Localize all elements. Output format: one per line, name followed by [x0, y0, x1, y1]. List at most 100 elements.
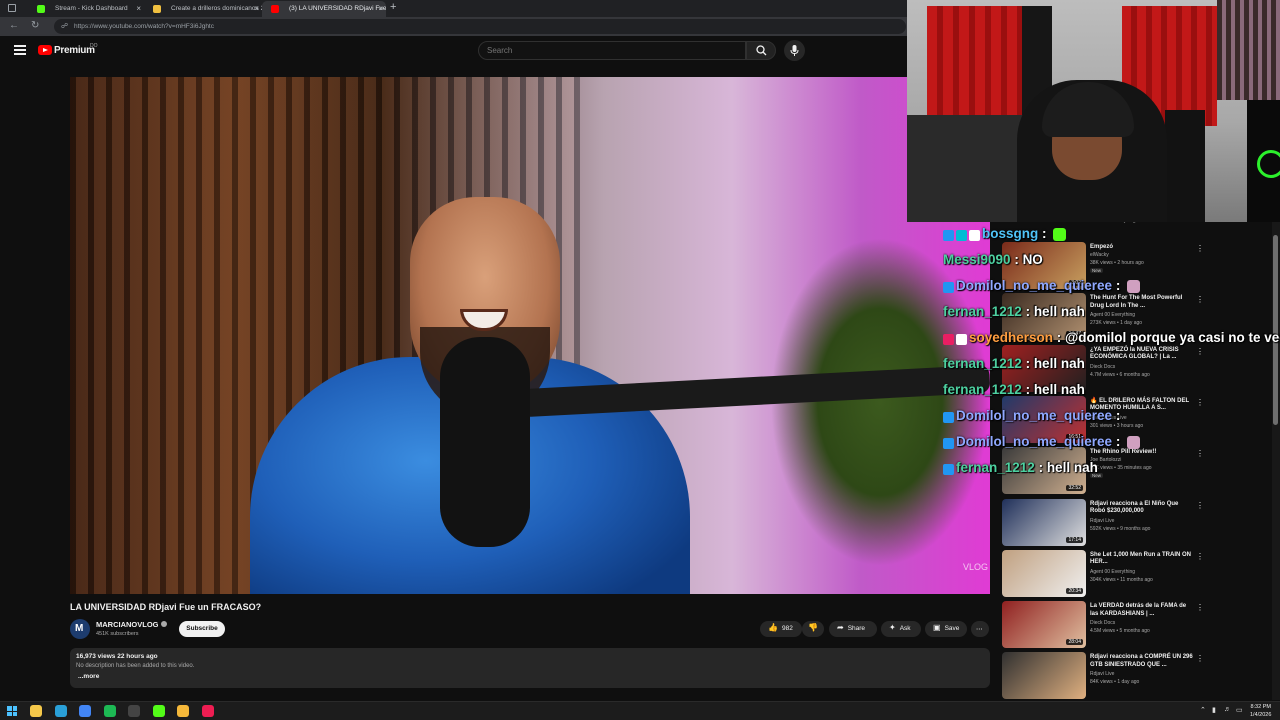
- start-button[interactable]: [7, 706, 17, 716]
- tiktok-icon[interactable]: [201, 705, 214, 717]
- volume-icon[interactable]: ♬: [1224, 706, 1231, 713]
- chat-overlay: bossgng : Messi9090 : NO Domilol_no_me_qu…: [943, 226, 1280, 486]
- search-input[interactable]: [478, 41, 746, 60]
- chat-username: fernan_1212: [943, 304, 1022, 319]
- app-icon[interactable]: [177, 705, 189, 717]
- chat-badge-icon: [943, 229, 954, 241]
- region-code: DO: [90, 43, 98, 49]
- show-more-link[interactable]: ...more: [78, 673, 99, 680]
- close-tab-icon[interactable]: ×: [136, 4, 141, 13]
- chat-separator: :: [1010, 252, 1023, 267]
- obs-icon[interactable]: [128, 705, 140, 717]
- search-button[interactable]: [746, 41, 776, 60]
- window-menu-icon[interactable]: [8, 4, 16, 12]
- chrome-icon[interactable]: [79, 705, 91, 717]
- subscribe-button[interactable]: Subscribe: [179, 621, 225, 637]
- file-explorer-icon[interactable]: [30, 705, 42, 717]
- browser-tab[interactable]: Stream - Kick Dashboard ×: [28, 1, 144, 17]
- verified-icon: [160, 621, 167, 627]
- gaming-chair: [1165, 110, 1205, 222]
- kick-icon[interactable]: [152, 705, 165, 717]
- video-thumbnail[interactable]: 28:04: [1002, 601, 1086, 649]
- network-icon[interactable]: ▮: [1212, 706, 1216, 714]
- omnibox[interactable]: ☍ https://www.youtube.com/watch?v=mHF3i6…: [54, 19, 906, 34]
- video-thumbnail[interactable]: 20:34: [1002, 549, 1086, 597]
- more-actions-button[interactable]: ⋯: [971, 621, 989, 637]
- chat-separator: :: [1112, 278, 1125, 293]
- clock[interactable]: 8:32 PM 1/4/2026: [1250, 703, 1271, 719]
- description-text: No description has been added to this vi…: [76, 663, 195, 669]
- curtain-left: [927, 6, 1022, 126]
- chat-badges: [943, 227, 982, 242]
- close-tab-icon[interactable]: ×: [254, 4, 259, 13]
- chat-separator: :: [1021, 304, 1034, 319]
- video-thumbnail[interactable]: [1002, 652, 1086, 700]
- premium-logo-text[interactable]: Premium: [54, 45, 95, 56]
- recommended-video[interactable]: 28:04 La VERDAD detrás de la FAMA de las …: [1002, 601, 1272, 651]
- video-thumbnail[interactable]: 17:14: [1002, 498, 1086, 546]
- spotify-icon[interactable]: [103, 705, 116, 717]
- chat-username: Messi9090: [943, 252, 1011, 267]
- recommended-title[interactable]: La VERDAD detrás de la FAMA de las KARDA…: [1090, 603, 1195, 618]
- chat-username: soyedherson: [969, 330, 1054, 345]
- recommended-title[interactable]: She Let 1,000 Men Run a TRAIN ON HER...: [1090, 552, 1195, 567]
- youtube-masthead: Premium DO: [0, 36, 907, 74]
- recommended-video[interactable]: Rdjavi reacciona a COMPRÉ UN 296 GTB SIN…: [1002, 652, 1272, 702]
- description-box[interactable]: 16,973 views 22 hours ago No description…: [70, 648, 990, 688]
- views-and-date: 16,973 views 22 hours ago: [76, 653, 158, 660]
- url-text: https://www.youtube.com/watch?v=mHF3i6Jg…: [74, 23, 214, 30]
- chat-separator: :: [1053, 330, 1066, 345]
- channel-name[interactable]: MARCIANOVLOG: [96, 620, 167, 629]
- new-tab-button[interactable]: +: [390, 1, 396, 13]
- bookmark-icon: ▣: [933, 623, 941, 632]
- chat-text: hell nah: [1033, 304, 1085, 319]
- dislike-button[interactable]: 👎: [802, 621, 824, 637]
- back-icon[interactable]: ←: [9, 20, 19, 31]
- duration-badge: 17:14: [1066, 536, 1083, 543]
- tab-label: Stream - Kick Dashboard: [55, 5, 128, 12]
- reload-icon[interactable]: ↻: [31, 20, 39, 31]
- video-player[interactable]: VLOG: [70, 77, 990, 594]
- more-vertical-icon[interactable]: ⋮: [1196, 603, 1204, 612]
- browser-tab[interactable]: Create a drilleros dominicanos 20...×: [144, 1, 262, 17]
- browser-tab[interactable]: (3) LA UNIVERSIDAD RDjavi Fue un...×: [262, 1, 386, 17]
- recommended-video[interactable]: 17:14 Rdjavi reacciona a El Niño Que Robó…: [1002, 498, 1272, 549]
- site-info-icon[interactable]: ☍: [61, 22, 68, 30]
- ask-button[interactable]: ✦ Ask: [881, 621, 921, 637]
- chat-username: bossgng: [982, 226, 1039, 241]
- recommended-title[interactable]: Rdjavi reacciona a El Niño Que Robó $230…: [1090, 501, 1195, 516]
- battery-icon[interactable]: ▭: [1236, 706, 1243, 714]
- recommended-video[interactable]: 20:34 She Let 1,000 Men Run a TRAIN ON HE…: [1002, 549, 1272, 600]
- recommended-channel[interactable]: Dieck Docs: [1090, 620, 1115, 626]
- menu-icon[interactable]: [14, 45, 26, 55]
- more-vertical-icon[interactable]: ⋮: [1196, 552, 1204, 561]
- recommended-channel[interactable]: Agent 00 Everything: [1090, 569, 1135, 575]
- channel-name-text: MARCIANOVLOG: [96, 620, 159, 629]
- voice-search-button[interactable]: [784, 40, 805, 61]
- chat-text: NO: [1022, 252, 1043, 267]
- chat-message: fernan_1212 : hell nah: [943, 356, 1085, 380]
- close-tab-icon[interactable]: ×: [378, 4, 383, 13]
- recommended-channel[interactable]: Rdjavi Live: [1090, 518, 1114, 524]
- more-vertical-icon[interactable]: ⋮: [1196, 501, 1204, 510]
- channel-avatar[interactable]: [70, 619, 90, 639]
- recommended-title[interactable]: Rdjavi reacciona a COMPRÉ UN 296 GTB SIN…: [1090, 654, 1195, 669]
- share-button[interactable]: ➦ Share: [829, 621, 877, 637]
- chat-badges: [943, 331, 969, 346]
- more-vertical-icon[interactable]: ⋮: [1196, 654, 1204, 663]
- chat-separator: :: [1021, 382, 1034, 397]
- chat-text: @domilol porque ya casi no te veo: [1065, 330, 1280, 345]
- recommended-stats: 592K views • 9 months ago: [1090, 525, 1151, 532]
- edge-icon[interactable]: [54, 705, 67, 717]
- tray-chevron-icon[interactable]: ⌃: [1200, 706, 1206, 714]
- youtube-logo-icon[interactable]: [38, 45, 52, 55]
- recommended-channel[interactable]: Rdjavi Live: [1090, 671, 1114, 677]
- duration-badge: 20:34: [1066, 587, 1083, 594]
- duration-badge: 32:52: [1066, 485, 1083, 492]
- chat-badge-icon: [943, 333, 954, 345]
- chat-badges: [943, 409, 956, 424]
- chat-text: hell nah: [1033, 356, 1085, 371]
- like-button[interactable]: 👍 982: [760, 621, 802, 637]
- rgb-speaker: [1247, 100, 1280, 222]
- save-button[interactable]: ▣ Save: [925, 621, 967, 637]
